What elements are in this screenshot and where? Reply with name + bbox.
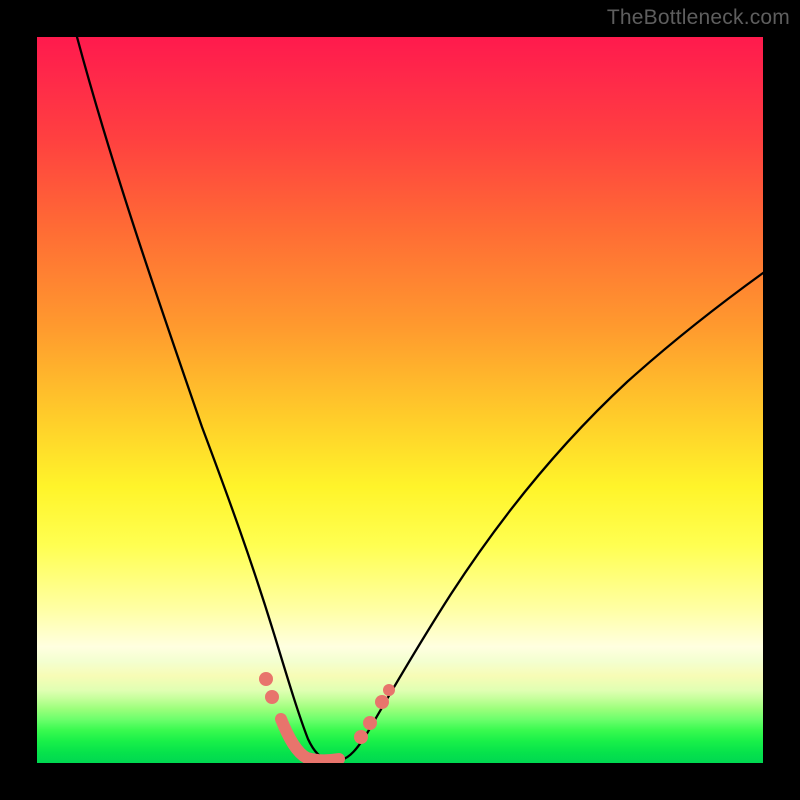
chart-frame: TheBottleneck.com [0,0,800,800]
curve-right-branch [341,273,763,760]
watermark-text: TheBottleneck.com [607,6,790,30]
curve-left-branch [77,37,329,760]
curve-layer [37,37,763,763]
plot-area [37,37,763,763]
salmon-highlight-right [354,684,395,744]
